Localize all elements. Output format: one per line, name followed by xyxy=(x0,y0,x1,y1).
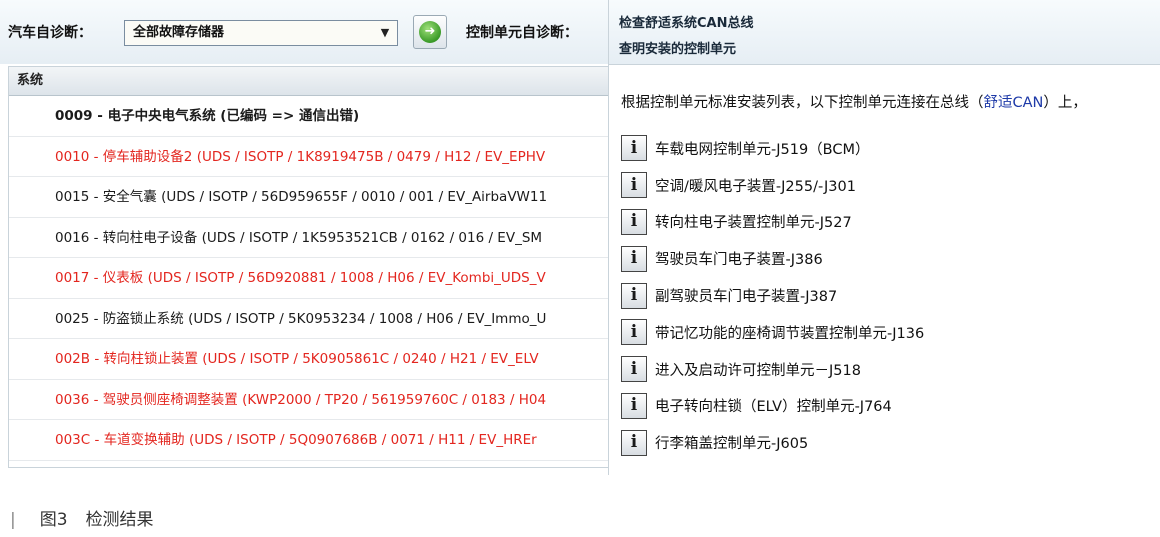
control-unit-label: 进入及启动许可控制单元－J518 xyxy=(655,362,861,379)
info-icon[interactable]: i xyxy=(621,208,647,235)
arrow-right-icon: ➜ xyxy=(419,21,441,43)
detail-heading-check-bus[interactable]: 检查舒适系统CAN总线 xyxy=(619,12,753,31)
system-list: 系统 0009 - 电子中央电气系统 (已编码 => 通信出错) 0010 - 停… xyxy=(8,66,613,468)
system-row-label: 003C - 车道变换辅助 (UDS / ISOTP / 5Q0907686B … xyxy=(55,432,537,448)
control-unit-item: i 副驾驶员车门电子装置-J387 xyxy=(621,277,924,314)
detail-heading-installed-units[interactable]: 查明安装的控制单元 xyxy=(619,38,736,57)
intro-suffix: ）上， xyxy=(1043,95,1087,111)
info-icon[interactable]: i xyxy=(621,356,647,383)
system-row[interactable]: 0016 - 转向柱电子设备 (UDS / ISOTP / 1K5953521C… xyxy=(9,218,612,258)
system-row-label: 0036 - 驾驶员侧座椅调整装置 (KWP2000 / TP20 / 5619… xyxy=(55,391,547,408)
control-unit-item: i 带记忆功能的座椅调节装置控制单元-J136 xyxy=(621,314,924,351)
system-row-label: 0015 - 安全气囊 (UDS / ISOTP / 56D959655F / … xyxy=(55,189,548,205)
system-row[interactable]: 003C - 车道变换辅助 (UDS / ISOTP / 5Q0907686B … xyxy=(9,420,612,461)
info-icon[interactable]: i xyxy=(621,392,647,419)
fault-memory-select-value: 全部故障存储器 xyxy=(133,25,225,40)
control-unit-item: i 电子转向柱锁（ELV）控制单元-J764 xyxy=(621,388,924,425)
info-icon[interactable]: i xyxy=(621,319,647,346)
system-row[interactable]: 0017 - 仪表板 (UDS / ISOTP / 56D920881 / 10… xyxy=(9,258,612,299)
control-unit-label: 驾驶员车门电子装置-J386 xyxy=(655,252,823,269)
system-row-label: 0016 - 转向柱电子设备 (UDS / ISOTP / 1K5953521C… xyxy=(55,229,543,246)
control-unit-item: i 行李箱盖控制单元-J605 xyxy=(621,424,924,461)
chevron-down-icon[interactable]: ▼ xyxy=(377,23,393,43)
system-row-label: 0025 - 防盗锁止系统 (UDS / ISOTP / 5K0953234 /… xyxy=(55,310,547,327)
control-unit-item: i 空调/暖风电子装置-J255/-J301 xyxy=(621,167,924,204)
control-unit-label: 电子转向柱锁（ELV）控制单元-J764 xyxy=(655,399,892,416)
caption-figure-number: 图3 xyxy=(39,510,68,530)
control-unit-label: 车载电网控制单元-J519（BCM） xyxy=(655,141,870,158)
caption-bar: | xyxy=(10,510,16,530)
system-row-label: 0010 - 停车辅助设备2 (UDS / ISOTP / 1K8919475B… xyxy=(55,148,546,165)
control-unit-label: 空调/暖风电子装置-J255/-J301 xyxy=(655,178,856,195)
control-unit-item: i 驾驶员车门电子装置-J386 xyxy=(621,240,924,277)
intro-prefix: 根据控制单元标准安装列表，以下控制单元连接在总线（ xyxy=(621,95,984,111)
go-button[interactable]: ➜ xyxy=(413,15,447,49)
control-unit-item: i 转向柱电子装置控制单元-J527 xyxy=(621,204,924,241)
system-row-label: 0009 - 电子中央电气系统 (已编码 => 通信出错) xyxy=(55,108,360,124)
info-icon[interactable]: i xyxy=(621,172,647,199)
detail-pane: 检查舒适系统CAN总线 查明安装的控制单元 根据控制单元标准安装列表，以下控制单… xyxy=(609,0,1160,475)
figure-caption: | 图3 检测结果 xyxy=(10,505,154,530)
info-icon[interactable]: i xyxy=(621,282,647,309)
caption-title: 检测结果 xyxy=(85,510,154,530)
auto-diag-label: 汽车自诊断： xyxy=(8,25,92,41)
system-rows: 0009 - 电子中央电气系统 (已编码 => 通信出错) 0010 - 停车辅助… xyxy=(9,96,612,461)
system-row[interactable]: 0015 - 安全气囊 (UDS / ISOTP / 56D959655F / … xyxy=(9,177,612,218)
column-header-system[interactable]: 系统 xyxy=(9,67,612,96)
system-row[interactable]: 0009 - 电子中央电气系统 (已编码 => 通信出错) xyxy=(9,96,612,137)
intro-bus: 舒适CAN xyxy=(983,95,1044,111)
detail-intro: 根据控制单元标准安装列表，以下控制单元连接在总线（舒适CAN）上， xyxy=(621,91,1087,112)
system-row[interactable]: 0036 - 驾驶员侧座椅调整装置 (KWP2000 / TP20 / 5619… xyxy=(9,380,612,420)
unit-diag-label: 控制单元自诊断： xyxy=(466,25,578,41)
system-row-label: 0017 - 仪表板 (UDS / ISOTP / 56D920881 / 10… xyxy=(55,270,546,286)
info-icon[interactable]: i xyxy=(621,429,647,456)
detail-header: 检查舒适系统CAN总线 查明安装的控制单元 xyxy=(609,0,1160,65)
system-row[interactable]: 0025 - 防盗锁止系统 (UDS / ISOTP / 5K0953234 /… xyxy=(9,299,612,339)
control-unit-label: 行李箱盖控制单元-J605 xyxy=(655,436,809,453)
system-row-label: 002B - 转向柱锁止装置 (UDS / ISOTP / 5K0905861C… xyxy=(55,351,539,367)
control-unit-label: 转向柱电子装置控制单元-J527 xyxy=(655,215,852,232)
info-icon[interactable]: i xyxy=(621,135,647,162)
control-unit-label: 副驾驶员车门电子装置-J387 xyxy=(655,289,838,306)
control-unit-list: i 车载电网控制单元-J519（BCM） i 空调/暖风电子装置-J255/-J301… xyxy=(621,130,924,461)
control-unit-item: i 车载电网控制单元-J519（BCM） xyxy=(621,130,924,167)
control-unit-label: 带记忆功能的座椅调节装置控制单元-J136 xyxy=(655,325,925,342)
info-icon[interactable]: i xyxy=(621,245,647,272)
fault-memory-select[interactable]: 全部故障存储器 ▼ xyxy=(124,20,398,46)
system-row[interactable]: 0010 - 停车辅助设备2 (UDS / ISOTP / 1K8919475B… xyxy=(9,137,612,177)
control-unit-item: i 进入及启动许可控制单元－J518 xyxy=(621,351,924,388)
system-row[interactable]: 002B - 转向柱锁止装置 (UDS / ISOTP / 5K0905861C… xyxy=(9,339,612,380)
